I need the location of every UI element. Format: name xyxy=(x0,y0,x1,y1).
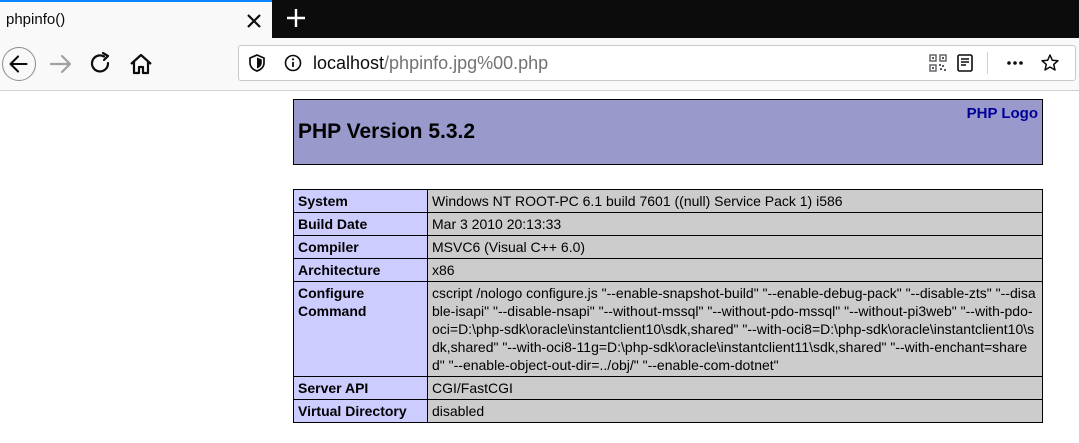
table-row: Virtual Directory disabled xyxy=(293,399,1043,423)
reader-view-icon[interactable] xyxy=(955,53,975,73)
url-path: /phpinfo.jpg%00.php xyxy=(384,53,549,73)
plus-icon[interactable] xyxy=(285,7,307,29)
tab-title: phpinfo() xyxy=(6,11,66,28)
back-arrow-icon[interactable] xyxy=(2,47,36,81)
row-key: Architecture xyxy=(293,258,428,282)
home-icon[interactable] xyxy=(124,47,158,81)
table-row: Configure Command cscript /nologo config… xyxy=(293,281,1043,377)
info-table: System Windows NT ROOT-PC 6.1 build 7601… xyxy=(293,189,1043,423)
url-text[interactable]: localhost/phpinfo.jpg%00.php xyxy=(313,53,548,74)
table-row: Architecture x86 xyxy=(293,258,1043,282)
row-key: Virtual Directory xyxy=(293,399,428,423)
shield-icon[interactable] xyxy=(247,53,267,73)
reload-icon[interactable] xyxy=(84,47,118,81)
row-key: Configure Command xyxy=(293,281,428,377)
navigation-bar: localhost/phpinfo.jpg%00.php xyxy=(0,38,1079,91)
tab-strip: phpinfo() xyxy=(0,0,1079,38)
forward-arrow-icon[interactable] xyxy=(44,47,78,81)
page-title: PHP Version 5.3.2 xyxy=(298,120,476,143)
toolbar-separator xyxy=(987,52,988,74)
table-row: System Windows NT ROOT-PC 6.1 build 7601… xyxy=(293,189,1043,213)
table-row: Compiler MSVC6 (Visual C++ 6.0) xyxy=(293,235,1043,259)
bookmark-star-icon[interactable] xyxy=(1040,53,1060,73)
row-key: System xyxy=(293,189,428,213)
qr-code-icon[interactable] xyxy=(928,53,948,73)
row-key: Build Date xyxy=(293,212,428,236)
table-row: Build Date Mar 3 2010 20:13:33 xyxy=(293,212,1043,236)
row-key: Server API xyxy=(293,376,428,400)
php-version-header: PHP Version 5.3.2 PHP Logo xyxy=(293,99,1043,165)
row-value: MSVC6 (Visual C++ 6.0) xyxy=(427,235,1043,259)
row-value: disabled xyxy=(427,399,1043,423)
url-host: localhost xyxy=(313,53,385,73)
row-value: x86 xyxy=(427,258,1043,282)
row-value: Windows NT ROOT-PC 6.1 build 7601 ((null… xyxy=(427,189,1043,213)
close-icon[interactable] xyxy=(244,11,264,31)
row-value: cscript /nologo configure.js "--enable-s… xyxy=(427,281,1043,377)
row-key: Compiler xyxy=(293,235,428,259)
address-bar[interactable]: localhost/phpinfo.jpg%00.php xyxy=(238,45,1076,81)
more-dots-icon[interactable] xyxy=(1005,53,1025,73)
php-logo-link[interactable]: PHP Logo xyxy=(967,105,1038,122)
row-value: CGI/FastCGI xyxy=(427,376,1043,400)
info-icon[interactable] xyxy=(283,53,303,73)
tab-phpinfo[interactable]: phpinfo() xyxy=(0,0,272,38)
row-value: Mar 3 2010 20:13:33 xyxy=(427,212,1043,236)
table-row: Server API CGI/FastCGI xyxy=(293,376,1043,400)
